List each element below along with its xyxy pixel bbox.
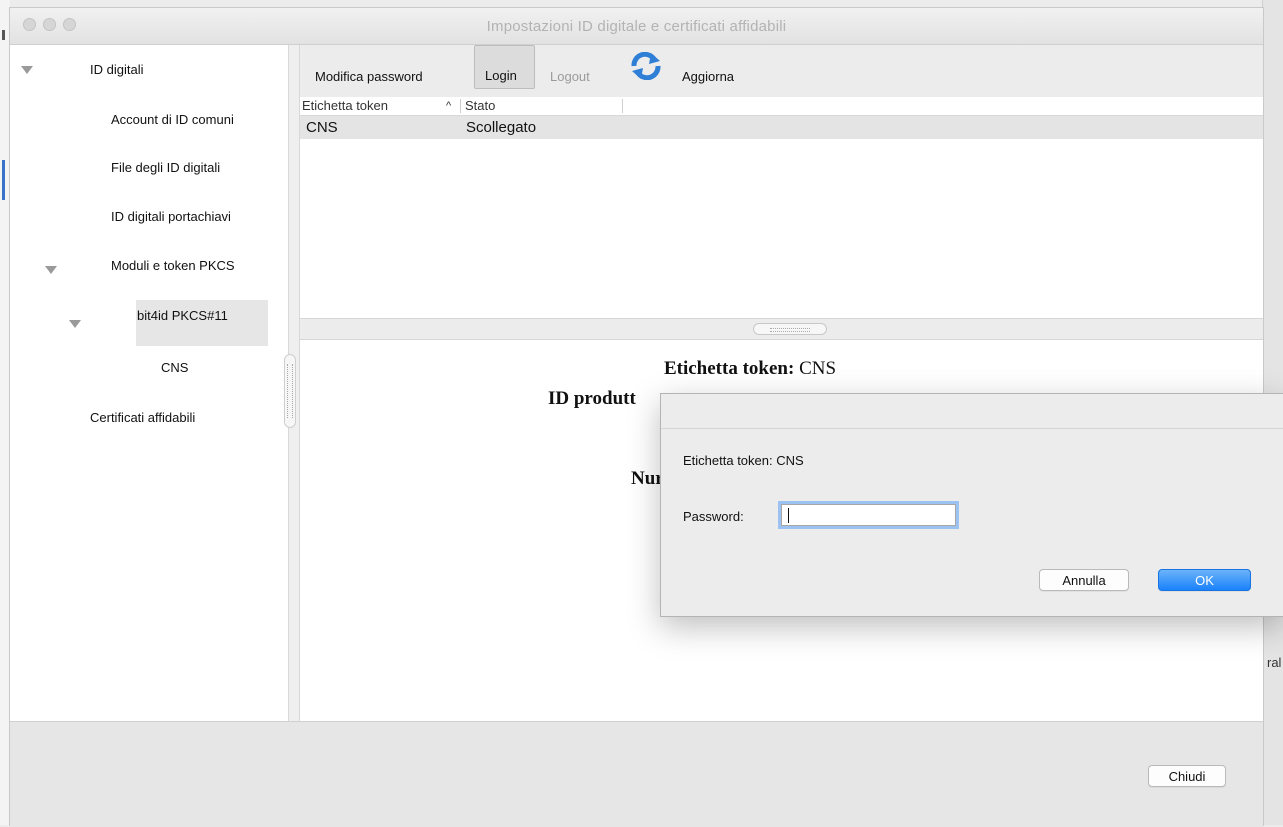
detail-token-label: Etichetta token: CNS <box>300 358 1200 380</box>
window-title: Impostazioni ID digitale e certificati a… <box>486 18 787 35</box>
tree-item-id-portachiavi[interactable]: ID digitali portachiavi <box>111 209 231 224</box>
table-cell-token-label: CNS <box>306 119 338 136</box>
toolbar: Modifica password Logout Aggiorna <box>300 45 1263 98</box>
tree-item-certificati-affidabili[interactable]: Certificati affidabili <box>90 410 195 425</box>
vertical-splitter-handle[interactable] <box>284 354 296 428</box>
tree-item-id-digitali[interactable]: ID digitali <box>90 62 143 77</box>
text-caret <box>788 508 789 523</box>
sidebar-tree: ID digitali Account di ID comuni File de… <box>10 45 288 721</box>
table-cell-status: Scollegato <box>466 119 537 136</box>
change-password-button[interactable]: Modifica password <box>315 69 423 84</box>
disclosure-triangle-icon[interactable] <box>21 66 33 74</box>
tree-item-moduli-pkcs[interactable]: Moduli e token PKCS <box>111 258 235 273</box>
column-header-token-label[interactable]: Etichetta token <box>302 97 388 115</box>
refresh-button[interactable]: Aggiorna <box>682 69 734 84</box>
tree-item-cns[interactable]: CNS <box>161 360 188 375</box>
tree-item-bit4id-pkcs11[interactable]: bit4id PKCS#11 <box>137 308 228 323</box>
refresh-icon[interactable] <box>630 52 662 80</box>
background-text-fragment: ral <box>1267 655 1282 670</box>
cancel-button[interactable]: Annulla <box>1039 569 1129 591</box>
horizontal-splitter-handle[interactable] <box>753 323 827 335</box>
disclosure-triangle-icon[interactable] <box>45 266 57 274</box>
detail-number: Nur <box>631 468 664 489</box>
detail-token-label-key: Etichetta token: <box>663 358 795 379</box>
column-header-status[interactable]: Stato <box>465 97 495 115</box>
password-label: Password: <box>683 509 744 524</box>
title-bar[interactable]: Impostazioni ID digitale e certificati a… <box>10 8 1263 45</box>
selected-tree-item-highlight <box>136 300 268 346</box>
detail-manufacturer-id: ID produtt <box>548 388 636 409</box>
dialog-header <box>661 394 1283 429</box>
detail-token-label-value: CNS <box>799 358 837 379</box>
ok-button[interactable]: OK <box>1158 569 1251 591</box>
disclosure-triangle-icon[interactable] <box>69 320 81 328</box>
token-table: Etichetta token ^ Stato CNS Scollegato <box>300 97 1263 318</box>
column-separator[interactable] <box>622 99 623 113</box>
logout-button[interactable]: Logout <box>550 69 590 84</box>
login-dialog: Etichetta token: CNS Password: Annulla O… <box>660 393 1283 617</box>
footer-bar: Chiudi <box>10 721 1263 827</box>
table-row[interactable] <box>300 116 1263 139</box>
tree-item-account-id-comuni[interactable]: Account di ID comuni <box>111 112 234 127</box>
column-separator[interactable] <box>460 99 461 113</box>
sort-ascending-icon[interactable]: ^ <box>446 97 451 115</box>
tree-item-file-id-digitali[interactable]: File degli ID digitali <box>111 160 220 175</box>
login-button-label: Login <box>485 68 517 83</box>
password-input[interactable] <box>781 504 956 526</box>
dialog-token-label: Etichetta token: CNS <box>683 453 804 468</box>
close-button[interactable]: Chiudi <box>1148 765 1226 787</box>
login-button[interactable]: Login <box>474 45 535 89</box>
horizontal-splitter[interactable] <box>300 318 1263 340</box>
